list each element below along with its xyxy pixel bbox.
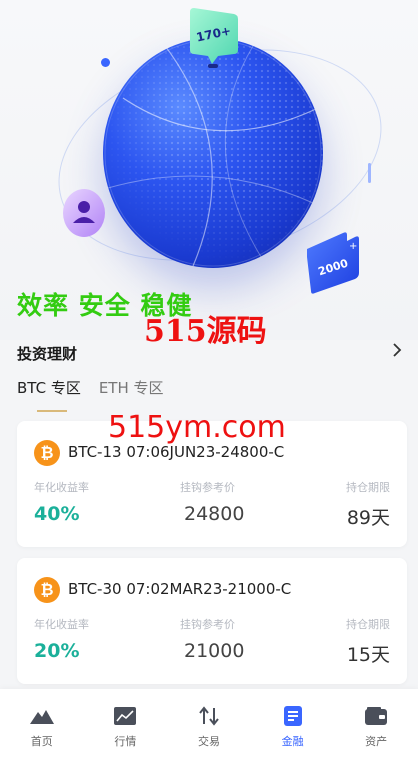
product-title: BTC-30 07:02MAR23-21000-C [68, 580, 292, 598]
watermark-secondary: 515ym.com [108, 410, 286, 445]
badge-170-icon: 170+ [188, 6, 240, 70]
yield-label: 年化收益率 [34, 481, 89, 494]
tabbar-label: 首页 [30, 734, 53, 748]
yield-label: 年化收益率 [34, 618, 89, 631]
price-label: 挂钩参考价 [180, 481, 235, 494]
price-value: 24800 [184, 503, 245, 525]
tab-eth[interactable]: ETH 专区 [99, 377, 164, 412]
user-icon [60, 185, 108, 239]
tabbar-label: 资产 [365, 734, 388, 748]
section-title: 投资理财 [17, 345, 78, 363]
yield-value: 40% [34, 503, 80, 525]
finance-doc-icon [281, 705, 305, 727]
tabbar-item-market[interactable]: 行情 [95, 701, 155, 749]
term-value: 89天 [346, 507, 390, 529]
bitcoin-icon: ₿ [34, 577, 60, 603]
bitcoin-icon: ₿ [34, 440, 60, 466]
globe-illustration [103, 38, 323, 268]
term-label: 持仓期限 [346, 618, 390, 631]
market-chart-icon [113, 705, 137, 727]
tabbar-item-trade[interactable]: 交易 [179, 701, 239, 749]
product-card[interactable]: ₿ BTC-30 07:02MAR23-21000-C 年化收益率 挂钩参考价 … [17, 558, 407, 684]
tabbar-label: 行情 [114, 734, 137, 748]
yield-value: 20% [34, 640, 80, 662]
tabbar-label: 金融 [281, 734, 304, 748]
tabbar-item-home[interactable]: 首页 [12, 701, 72, 749]
decor-dash [368, 163, 371, 183]
trade-arrows-icon [197, 705, 221, 727]
tabbar-label: 交易 [197, 734, 220, 748]
term-value: 15天 [346, 644, 390, 666]
watermark-primary: 515源码 [144, 314, 267, 349]
price-label: 挂钩参考价 [180, 618, 235, 631]
svg-text:+: + [349, 241, 357, 252]
bottom-tab-bar: 首页 行情 交易 金融 资产 [0, 689, 418, 760]
tabbar-item-finance[interactable]: 金融 [263, 701, 323, 749]
wallet-icon [364, 705, 388, 727]
tabbar-item-assets[interactable]: 资产 [346, 701, 406, 749]
tab-btc[interactable]: BTC 专区 [17, 377, 81, 412]
chevron-right-icon[interactable] [392, 342, 402, 361]
home-mountain-icon [29, 705, 54, 727]
product-title: BTC-13 07:06JUN23-24800-C [68, 443, 285, 461]
term-label: 持仓期限 [346, 481, 390, 494]
price-value: 21000 [184, 640, 245, 662]
product-tabs: BTC 专区 ETH 专区 [17, 377, 164, 412]
badge-2000-icon: 2000 + [303, 227, 365, 297]
